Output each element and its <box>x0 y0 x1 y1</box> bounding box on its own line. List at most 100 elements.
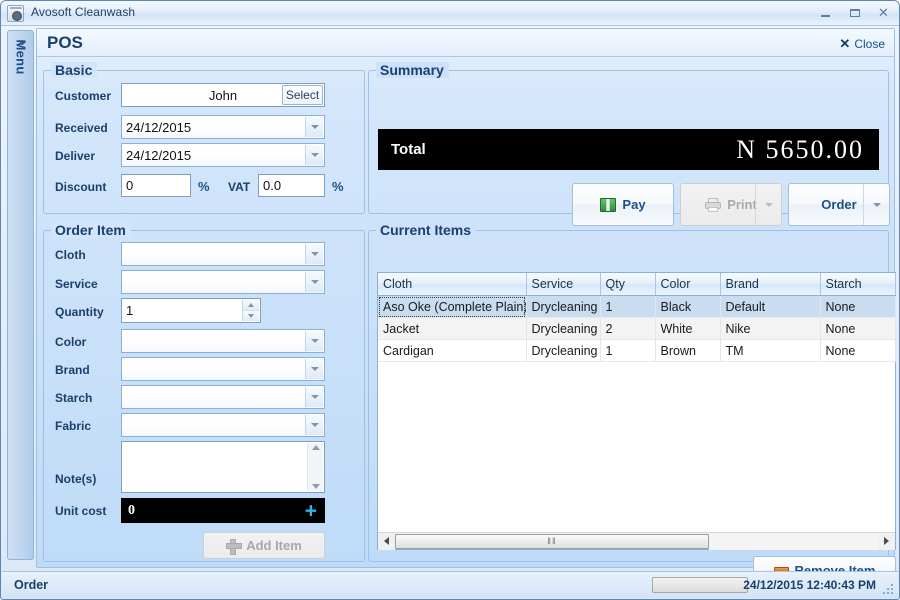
chevron-down-icon[interactable] <box>305 244 323 264</box>
status-bar: Order 24/12/2015 12:40:43 PM <box>2 571 898 598</box>
brand-label: Brand <box>55 363 90 377</box>
current-items-group: Current Items Cloth Service Qty Color Br… <box>368 222 896 585</box>
chevron-down-icon[interactable] <box>305 387 323 407</box>
add-cost-plus-icon[interactable]: + <box>305 500 317 521</box>
pos-page: POS ✕ Close Basic Customer John Select R… <box>36 28 896 585</box>
add-item-button[interactable]: Add Item <box>203 532 325 559</box>
unit-cost-label: Unit cost <box>55 504 107 518</box>
plus-icon <box>226 538 243 555</box>
table-row[interactable]: Jacket Drycleaning 2 White Nike None <box>378 317 896 340</box>
window-title: Avosoft Cleanwash <box>31 5 136 19</box>
cell-color: Brown <box>655 339 721 362</box>
vat-input[interactable]: 0.0 <box>258 174 325 197</box>
hscroll-thumb[interactable]: ‖‖ <box>395 533 709 549</box>
basic-group: Basic Customer John Select Received 24/1… <box>43 62 365 214</box>
received-date-input[interactable]: 24/12/2015 <box>121 115 325 139</box>
cell-cloth: Jacket <box>378 317 527 340</box>
column-header-brand[interactable]: Brand <box>720 273 821 296</box>
color-label: Color <box>55 335 87 349</box>
deliver-label: Deliver <box>55 149 96 163</box>
cloth-select[interactable] <box>121 242 325 266</box>
cell-starch: None <box>820 339 896 362</box>
resize-grip-icon[interactable] <box>881 582 893 594</box>
close-page-button[interactable]: ✕ Close <box>839 36 885 52</box>
table-row[interactable]: Cardigan Drycleaning 1 Brown TM None <box>378 339 896 362</box>
starch-select[interactable] <box>121 385 325 409</box>
pay-button[interactable]: Pay <box>572 183 674 226</box>
customer-label: Customer <box>55 89 112 103</box>
quantity-label: Quantity <box>55 305 104 319</box>
notes-scrollbar[interactable] <box>307 443 323 491</box>
service-select[interactable] <box>121 270 325 294</box>
hscroll-track[interactable] <box>709 532 878 550</box>
order-item-group: Order Item Cloth Service Quantity 1 Colo… <box>43 222 365 562</box>
select-customer-button[interactable]: Select <box>282 85 323 105</box>
column-header-service[interactable]: Service <box>526 273 601 296</box>
discount-label: Discount <box>55 180 107 194</box>
cell-brand: Nike <box>720 317 821 340</box>
cell-color: Black <box>655 295 721 318</box>
discount-percent-label: % <box>198 179 210 194</box>
chevron-down-icon[interactable] <box>305 359 323 379</box>
print-button[interactable]: Print <box>680 183 782 226</box>
vat-value: 0.0 <box>263 178 282 193</box>
table-row[interactable]: Aso Oke (Complete Plain) Drycleaning 1 B… <box>378 295 896 318</box>
notes-label: Note(s) <box>55 472 97 486</box>
brand-select[interactable] <box>121 357 325 381</box>
chevron-down-icon[interactable] <box>305 331 323 351</box>
maximize-button[interactable] <box>841 3 868 22</box>
quantity-decrement-icon[interactable] <box>242 311 259 321</box>
quantity-increment-icon[interactable] <box>242 300 259 311</box>
chevron-down-icon[interactable] <box>305 145 323 165</box>
status-timestamp: 24/12/2015 12:40:43 PM <box>743 578 876 592</box>
app-window: Avosoft Cleanwash ✕ » Menu POS ✕ Close B… <box>0 0 900 600</box>
discount-input[interactable]: 0 <box>121 174 191 197</box>
status-label: Order <box>14 578 49 592</box>
scroll-right-icon[interactable] <box>878 532 895 550</box>
scroll-up-icon[interactable] <box>312 445 320 450</box>
fabric-select[interactable] <box>121 413 325 437</box>
column-header-color[interactable]: Color <box>655 273 721 296</box>
quantity-stepper[interactable]: 1 <box>121 298 261 323</box>
chevron-down-icon[interactable] <box>305 272 323 292</box>
add-item-label: Add Item <box>246 538 302 553</box>
customer-input[interactable]: John Select <box>121 83 325 107</box>
cell-qty: 2 <box>600 317 656 340</box>
grid-horizontal-scrollbar[interactable]: ‖‖ <box>378 532 895 550</box>
scroll-left-icon[interactable] <box>378 532 395 550</box>
scroll-down-icon[interactable] <box>312 484 320 489</box>
print-dropdown-chevron-down-icon[interactable] <box>755 184 781 225</box>
menu-sidebar[interactable]: » Menu <box>7 30 34 560</box>
current-items-table: Cloth Service Qty Color Brand Starch Aso… <box>378 273 896 362</box>
column-header-cloth[interactable]: Cloth <box>378 273 527 296</box>
column-header-starch[interactable]: Starch <box>820 273 896 296</box>
minimize-icon <box>821 14 830 17</box>
column-header-qty[interactable]: Qty <box>600 273 656 296</box>
total-display: Total N 5650.00 <box>378 129 879 170</box>
minimize-button[interactable] <box>812 3 839 22</box>
select-customer-label: Select <box>285 88 320 102</box>
starch-label: Starch <box>55 391 93 405</box>
cell-service: Drycleaning <box>526 339 601 362</box>
close-icon: ✕ <box>878 5 889 20</box>
notes-textarea[interactable] <box>121 441 325 493</box>
window-controls: ✕ <box>812 3 897 22</box>
fabric-label: Fabric <box>55 419 92 433</box>
chevron-down-icon[interactable] <box>305 415 323 435</box>
unit-cost-display[interactable]: 0 + <box>121 498 325 523</box>
received-value: 24/12/2015 <box>126 119 192 135</box>
cell-starch: None <box>820 295 896 318</box>
cell-qty: 1 <box>600 295 656 318</box>
chevron-down-icon[interactable] <box>305 117 323 137</box>
window-close-button[interactable]: ✕ <box>870 3 897 22</box>
order-button[interactable]: Order <box>788 183 890 226</box>
color-select[interactable] <box>121 329 325 353</box>
cell-starch: None <box>820 317 896 340</box>
quantity-stepper-buttons[interactable] <box>242 300 259 321</box>
deliver-date-input[interactable]: 24/12/2015 <box>121 143 325 167</box>
deliver-value: 24/12/2015 <box>126 147 192 163</box>
current-items-grid[interactable]: Cloth Service Qty Color Brand Starch Aso… <box>377 272 896 550</box>
cell-brand: Default <box>720 295 821 318</box>
order-dropdown-chevron-down-icon[interactable] <box>863 184 889 225</box>
current-items-legend: Current Items <box>376 222 477 238</box>
